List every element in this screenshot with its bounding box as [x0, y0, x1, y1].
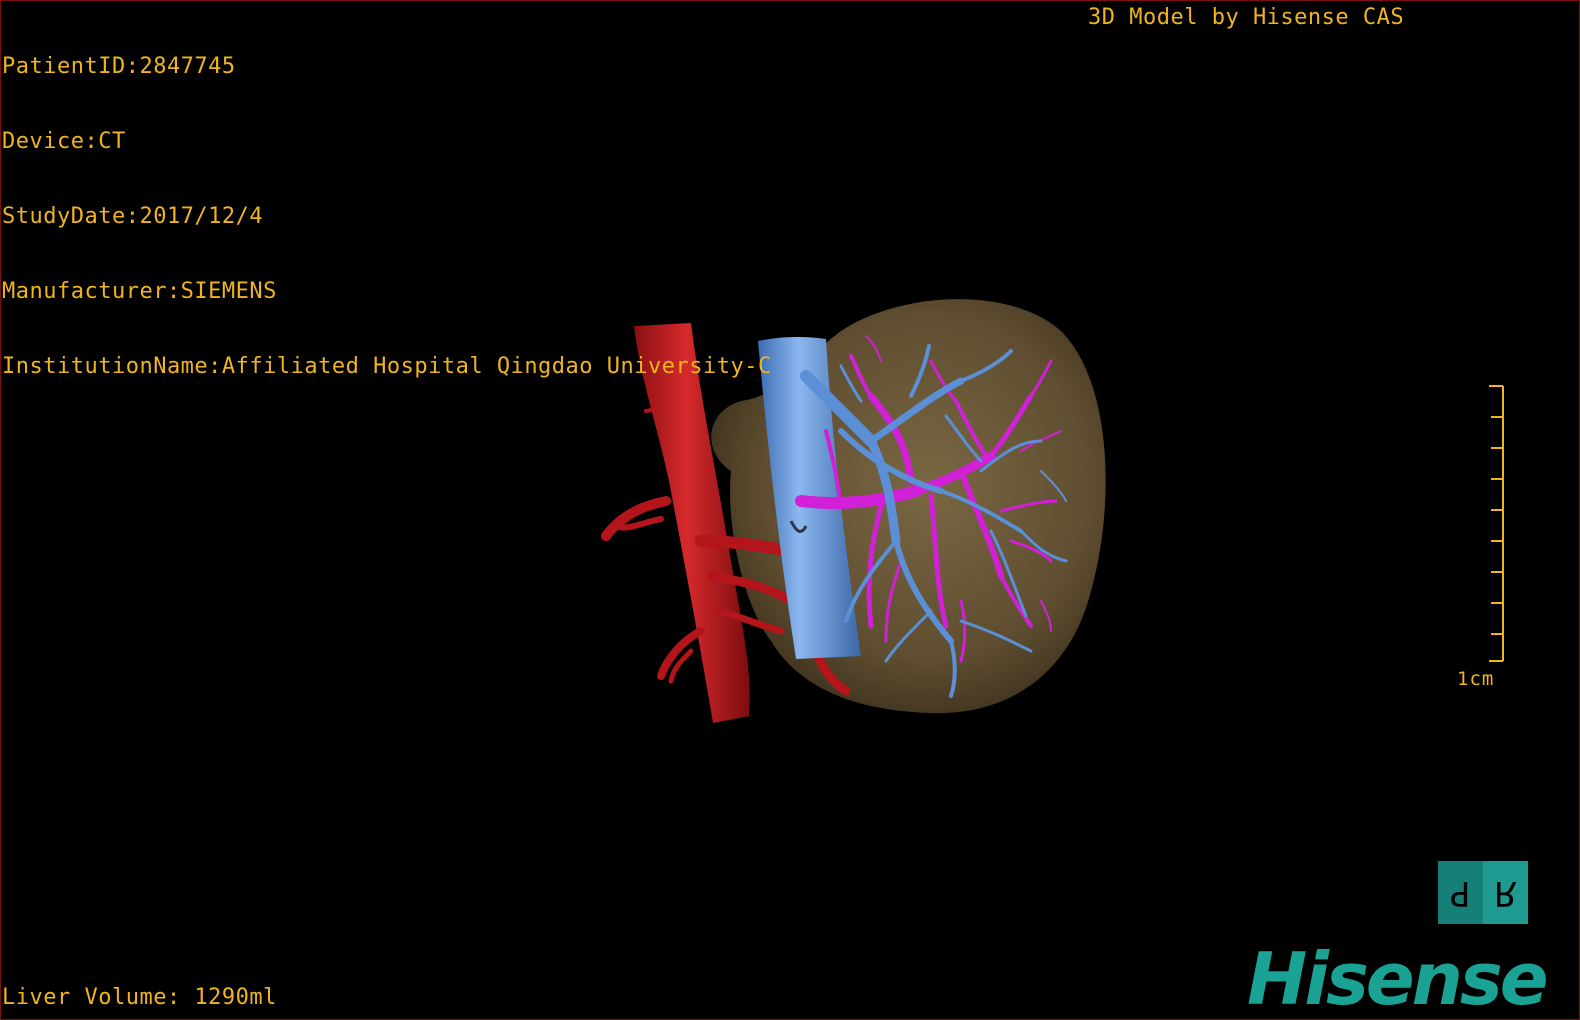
3d-render-viewport[interactable]: PatientID:2847745 Device:CT StudyDate:20… [0, 0, 1580, 1020]
orientation-cube[interactable]: P R [1438, 861, 1528, 924]
manufacturer-text: Manufacturer:SIEMENS [2, 279, 277, 304]
patient-id-text: PatientID:2847745 [2, 54, 236, 79]
orientation-face-posterior[interactable]: P [1438, 861, 1483, 924]
orientation-face-right[interactable]: R [1483, 861, 1528, 924]
hisense-logo: Hisense [1247, 937, 1549, 1020]
device-text: Device:CT [2, 129, 126, 154]
patient-info-panel: PatientID:2847745 Device:CT StudyDate:20… [2, 4, 772, 429]
model-credit-text: 3D Model by Hisense CAS [1088, 5, 1405, 30]
institution-text: InstitutionName:Affiliated Hospital Qing… [2, 354, 772, 379]
scale-label: 1cm [1457, 668, 1495, 690]
study-date-text: StudyDate:2017/12/4 [2, 204, 264, 229]
liver-volume-text: Liver Volume: 1290ml [2, 985, 277, 1010]
scale-ruler [1489, 385, 1504, 662]
